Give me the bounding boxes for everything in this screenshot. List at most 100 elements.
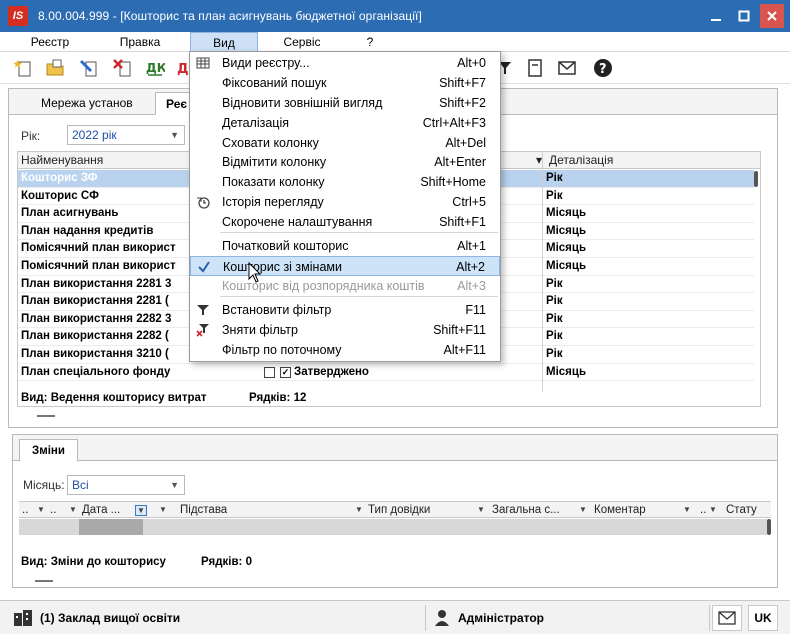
help-icon[interactable]: ? — [592, 57, 614, 79]
open-folder-icon[interactable] — [44, 57, 66, 79]
row-name: Помісячний план використ — [21, 260, 176, 272]
row-count: Рядків: 12 — [249, 392, 307, 404]
column-header-total[interactable]: Загальна с... — [489, 502, 569, 518]
checkbox-checked[interactable]: ✓ — [280, 366, 291, 378]
view-menu-item[interactable]: Фільтр по поточному Alt+F11 — [190, 340, 500, 360]
filter-icon[interactable]: ▼ — [709, 505, 717, 514]
menu-item-shortcut: Alt+F11 — [443, 343, 487, 357]
column-header-status[interactable]: Стату — [723, 502, 767, 518]
user-icon — [435, 610, 449, 626]
menu-item-shortcut: Alt+Del — [445, 136, 486, 150]
mail-icon[interactable] — [556, 57, 578, 79]
sign-document-icon[interactable]: ДК — [144, 57, 166, 79]
year-select[interactable]: 2022 рік ▼ — [67, 125, 185, 145]
year-select-value: 2022 рік — [72, 128, 117, 142]
mouse-cursor-icon — [248, 261, 262, 284]
row-detail: Місяць — [546, 224, 587, 237]
view-menu-item[interactable]: Показати колонку Shift+Home — [190, 172, 500, 192]
language-indicator[interactable]: UK — [748, 605, 778, 631]
horizontal-scrollbar[interactable] — [35, 580, 53, 582]
view-menu-item[interactable]: Сховати колонку Alt+Del — [190, 133, 500, 153]
view-menu-item[interactable]: Деталізація Ctrl+Alt+F3 — [190, 113, 500, 133]
new-document-icon[interactable] — [12, 57, 34, 79]
menu-edit[interactable]: Правка — [110, 32, 170, 52]
column-header-date[interactable]: Дата ... — [79, 502, 139, 518]
view-menu-item[interactable]: Види реєстру... Alt+0 — [190, 53, 500, 73]
mail-status-button[interactable] — [712, 605, 742, 631]
maximize-button[interactable] — [732, 4, 756, 28]
tab-changes[interactable]: Зміни — [19, 439, 78, 462]
column-filter-icon[interactable]: ▾ — [533, 152, 542, 169]
menu-registry[interactable]: Реєстр — [22, 32, 78, 52]
filter-icon[interactable]: ▼ — [159, 505, 167, 514]
menu-item-label: Фіксований пошук — [222, 76, 327, 90]
checkmark-icon — [197, 260, 211, 274]
row-name: Кошторис ЗФ — [21, 172, 98, 184]
svg-text:ДК: ДК — [146, 61, 165, 75]
view-menu-item[interactable]: Фіксований пошук Shift+F7 — [190, 73, 500, 93]
filter-icon[interactable]: ▼ — [683, 505, 691, 514]
menu-service[interactable]: Сервіс — [268, 32, 336, 52]
column-header-detail[interactable]: Деталізація — [546, 152, 613, 169]
menu-item-label: Деталізація — [222, 116, 289, 130]
row-name: План використання 2281 ( — [21, 295, 169, 308]
changes-footer: Вид: Зміни до кошторису Рядків: 0 — [21, 556, 252, 568]
filter-icon[interactable]: ▼ — [69, 505, 77, 514]
column-header-basis[interactable]: Підстава — [177, 502, 357, 518]
filter-icon[interactable]: ▼ — [37, 505, 45, 514]
filter-icon[interactable]: ▼ — [355, 505, 363, 514]
building-icon — [14, 610, 32, 626]
row-detail: Рік — [546, 172, 563, 184]
menu-item-shortcut: Shift+Home — [420, 175, 486, 189]
filter-icon[interactable]: ▼ — [135, 505, 147, 516]
menu-item-label: Сховати колонку — [222, 136, 319, 150]
view-menu-item[interactable]: Початковий кошторис Alt+1 — [190, 236, 500, 256]
view-menu-item: Кошторис від розпорядника коштів Alt+3 — [190, 276, 500, 296]
column-header-comment[interactable]: Коментар — [591, 502, 681, 518]
view-menu-item[interactable]: Встановити фільтр F11 — [190, 300, 500, 320]
year-label: Рік: — [21, 129, 41, 143]
tab-network[interactable]: Мережа установ — [31, 92, 143, 115]
row-name: Кошторис СФ — [21, 189, 99, 202]
month-label: Місяць: — [23, 478, 65, 492]
close-button[interactable] — [760, 4, 784, 28]
edit-document-icon[interactable] — [78, 57, 100, 79]
vertical-scrollbar[interactable] — [767, 519, 771, 535]
vertical-scrollbar[interactable] — [754, 171, 758, 187]
changes-row-count: Рядків: 0 — [201, 556, 252, 568]
menu-item-label: Встановити фільтр — [222, 303, 332, 317]
view-menu-item[interactable]: Відновити зовнішній вигляд Shift+F2 — [190, 93, 500, 113]
view-menu-item[interactable]: Зняти фільтр Shift+F11 — [190, 320, 500, 340]
view-menu-item[interactable]: Скорочене налаштування Shift+F1 — [190, 212, 500, 232]
history-icon — [196, 195, 210, 209]
filter-icon[interactable]: ▼ — [477, 505, 485, 514]
view-menu-item[interactable]: Кошторис зі змінами Alt+2 — [190, 256, 500, 276]
month-select[interactable]: Всі ▼ — [67, 475, 185, 495]
organization-status[interactable]: (1) Заклад вищої освіти — [8, 605, 426, 631]
checkbox[interactable] — [264, 366, 275, 378]
view-menu-item[interactable]: Історія перегляду Ctrl+5 — [190, 192, 500, 212]
minimize-button[interactable] — [704, 4, 728, 28]
column-header-name[interactable]: Найменування — [18, 152, 103, 169]
changes-tab-strip: Зміни — [13, 435, 777, 462]
column-header-type[interactable]: Тип довідки — [365, 502, 475, 518]
menu-separator — [220, 232, 498, 233]
horizontal-scrollbar[interactable] — [37, 415, 55, 417]
view-menu-item[interactable]: Відмітити колонку Alt+Enter — [190, 152, 500, 172]
app-logo-icon: IS — [8, 6, 28, 26]
filter-icon — [196, 303, 210, 317]
delete-document-icon[interactable] — [112, 57, 134, 79]
selected-cell — [79, 519, 143, 535]
menu-item-label: Відновити зовнішній вигляд — [222, 96, 383, 110]
table-row[interactable]: План спеціального фонду ✓ Затверджено Місяц… — [18, 364, 754, 382]
menu-help[interactable]: ? — [360, 32, 380, 52]
row-detail: Місяць — [546, 365, 587, 378]
menu-item-shortcut: Alt+1 — [457, 239, 486, 253]
user-status[interactable]: Адміністратор — [428, 605, 710, 631]
menu-view[interactable]: Вид — [190, 32, 258, 52]
row-name: Помісячний план використ — [21, 242, 176, 255]
row-detail: Місяць — [546, 260, 587, 272]
filter-icon[interactable]: ▼ — [579, 505, 587, 514]
mail-icon — [718, 611, 736, 625]
form-icon[interactable] — [524, 57, 546, 79]
